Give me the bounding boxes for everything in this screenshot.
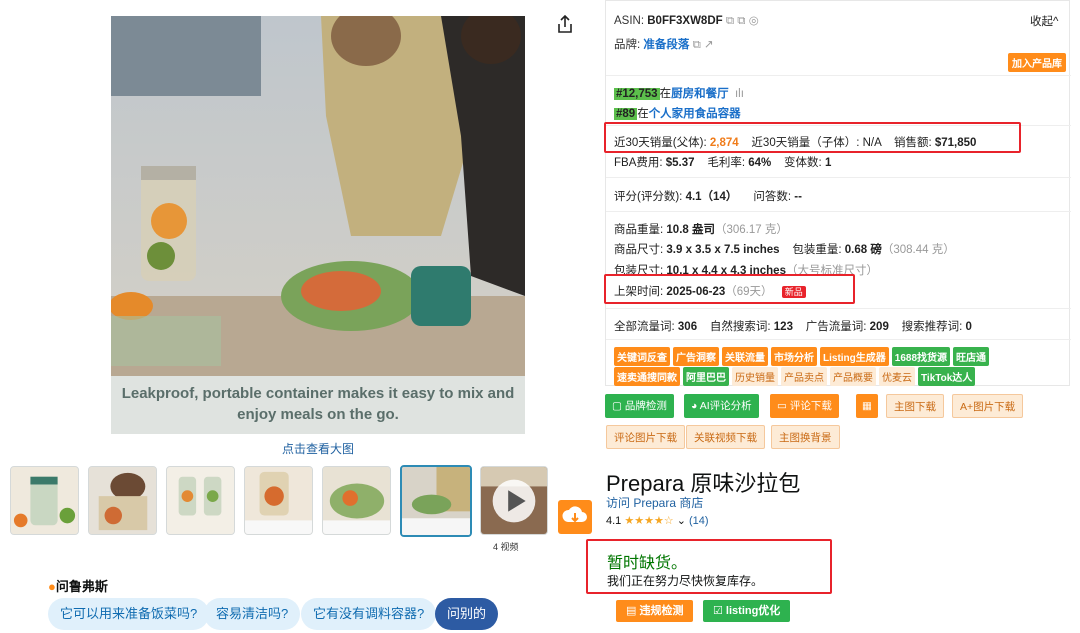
listing-optimize-button[interactable]: ☑ listing优化 bbox=[703, 600, 791, 622]
tool-tag[interactable]: 优麦云 bbox=[879, 367, 915, 386]
tool-tags-row-1: 关键词反查 广告洞察 关联流量 市场分析 Listing生成器 1688找货源 旺店通 bbox=[614, 347, 992, 366]
cloud-download-icon[interactable] bbox=[558, 500, 592, 534]
size-row: 商品尺寸: 3.9 x 3.5 x 7.5 inches 包装重量: 0.68 … bbox=[614, 244, 955, 256]
tool-tag[interactable]: 1688找货源 bbox=[891, 347, 951, 366]
thumbnail[interactable] bbox=[10, 466, 79, 535]
comment-icon: ▭ bbox=[777, 400, 790, 412]
report-icon: ▤ bbox=[626, 605, 640, 617]
thumbnail[interactable] bbox=[322, 466, 391, 535]
visit-store-link[interactable]: 访问 Prepara 商店 bbox=[606, 494, 703, 511]
tool-tag[interactable]: 产品概要 bbox=[830, 367, 876, 386]
out-of-stock-label: 暂时缺货。 bbox=[607, 555, 688, 572]
external-link-icon[interactable]: ↗ bbox=[704, 39, 714, 51]
brand-row: 品牌: 准备段落 ⧉ ↗ bbox=[614, 39, 714, 51]
brand-check-button[interactable]: ▢ 品牌检测 bbox=[605, 394, 674, 418]
tool-tag[interactable]: 关键词反查 bbox=[614, 347, 670, 366]
thumbnail[interactable] bbox=[166, 466, 235, 535]
copy-icon[interactable]: ⧉ bbox=[693, 39, 701, 51]
rufus-chip[interactable]: 它有没有调料容器? bbox=[301, 598, 437, 630]
main-product-image[interactable] bbox=[111, 16, 525, 434]
location-icon[interactable]: ◎ bbox=[749, 15, 759, 27]
chart-icon[interactable]: ılı bbox=[732, 88, 744, 100]
tool-tag[interactable]: 旺店通 bbox=[953, 347, 990, 366]
thumbnail-video[interactable] bbox=[480, 466, 548, 535]
video-download-button[interactable]: 关联视频下载 bbox=[686, 425, 765, 449]
tool-tag[interactable]: 市场分析 bbox=[771, 347, 817, 366]
asin-row: ASIN: B0FF3XW8DF ⧉ ⧉ ◎ bbox=[614, 15, 759, 27]
view-large-image-link[interactable]: 点击查看大图 bbox=[111, 440, 525, 457]
image-caption: Leakproof, portable container makes it e… bbox=[111, 376, 525, 434]
violation-check-button[interactable]: ▤ 违规检测 bbox=[616, 600, 694, 622]
review-image-download-button[interactable]: 评论图片下载 bbox=[606, 425, 685, 449]
thumbnail[interactable] bbox=[88, 466, 157, 535]
tool-tags-row-2: 速卖通搜同款 阿里巴巴 历史销量 产品卖点 产品概要 优麦云 TikTok达人 bbox=[614, 367, 978, 386]
collapse-toggle[interactable]: 收起^ bbox=[1030, 13, 1058, 29]
tool-tag[interactable]: 历史销量 bbox=[732, 367, 778, 386]
main-image-download-button[interactable]: 主图下载 bbox=[886, 394, 944, 418]
fba-row: FBA费用: $5.37 毛利率: 64% 变体数: 1 bbox=[614, 157, 832, 169]
seller-extension-panel: ASIN: B0FF3XW8DF ⧉ ⧉ ◎ 收起^ 品牌: 准备段落 ⧉ ↗ … bbox=[605, 0, 1071, 386]
add-to-library-button[interactable]: 加入产品库 bbox=[1008, 53, 1066, 72]
rufus-chip[interactable]: 容易清洁吗? bbox=[204, 598, 301, 630]
aplus-download-button[interactable]: A+图片下载 bbox=[952, 394, 1024, 418]
weight-row: 商品重量: 10.8 盎司（306.17 克） bbox=[614, 224, 788, 236]
category-link[interactable]: 厨房和餐厅 bbox=[671, 88, 729, 100]
rufus-chip[interactable]: 它可以用来准备饭菜吗? bbox=[48, 598, 210, 630]
edit-icon: ☑ bbox=[713, 605, 726, 617]
tool-tag[interactable]: Listing生成器 bbox=[820, 347, 889, 366]
highlight-sales-box bbox=[604, 122, 1021, 153]
share-icon[interactable] bbox=[554, 13, 576, 35]
rufus-title: ●问鲁弗斯 bbox=[48, 579, 108, 594]
tool-tag[interactable]: 速卖通搜同款 bbox=[614, 367, 680, 386]
rufus-icon: ● bbox=[48, 579, 56, 594]
tool-tag[interactable]: 广告洞察 bbox=[673, 347, 719, 366]
calculator-icon[interactable]: ▦ bbox=[856, 394, 878, 418]
keywords-row: 全部流量词: 306 自然搜索词: 123 广告流量词: 209 搜索推荐词: … bbox=[614, 321, 972, 333]
video-count-label: 4 视频 bbox=[493, 542, 519, 552]
tool-tag[interactable]: TikTok达人 bbox=[918, 367, 976, 386]
pie-icon: ◕ bbox=[691, 400, 700, 412]
tool-tag[interactable]: 阿里巴巴 bbox=[683, 367, 729, 386]
ai-review-button[interactable]: ◕ AI评论分析 bbox=[684, 394, 759, 418]
brand-link[interactable]: 准备段落 bbox=[643, 39, 689, 51]
rating-summary[interactable]: 4.1 ★★★★☆ ⌄ (14) bbox=[606, 514, 709, 527]
rating-row: 评分(评分数): 4.1（14） 问答数: -- bbox=[614, 191, 802, 203]
copy-icon[interactable]: ⧉ bbox=[726, 15, 734, 27]
review-download-button[interactable]: ▭ 评论下载 bbox=[770, 394, 839, 418]
thumbnail-selected[interactable] bbox=[400, 465, 472, 537]
rank-row-2: #89 在个人家用食品容器 bbox=[614, 108, 741, 120]
category-link[interactable]: 个人家用食品容器 bbox=[649, 108, 741, 120]
out-of-stock-note: 我们正在努力尽快恢复库存。 bbox=[607, 574, 764, 588]
rank-row-1: #12,753 在厨房和餐厅 ılı bbox=[614, 88, 744, 100]
star-rating-icon: ★★★★☆ bbox=[624, 515, 674, 527]
chevron-down-icon[interactable]: ⌄ bbox=[677, 515, 686, 527]
thumbnail[interactable] bbox=[244, 466, 313, 535]
main-bg-replace-button[interactable]: 主图换背景 bbox=[771, 425, 840, 449]
tool-tag[interactable]: 关联流量 bbox=[722, 347, 768, 366]
ask-something-else-button[interactable]: 问别的 bbox=[435, 598, 499, 630]
checkbox-icon: ▢ bbox=[612, 400, 625, 412]
review-count-link[interactable]: (14) bbox=[689, 515, 709, 527]
tool-tag[interactable]: 产品卖点 bbox=[781, 367, 827, 386]
highlight-listed-box bbox=[604, 274, 855, 304]
copy-icon[interactable]: ⧉ bbox=[737, 15, 745, 27]
asin-value[interactable]: B0FF3XW8DF bbox=[647, 15, 722, 27]
